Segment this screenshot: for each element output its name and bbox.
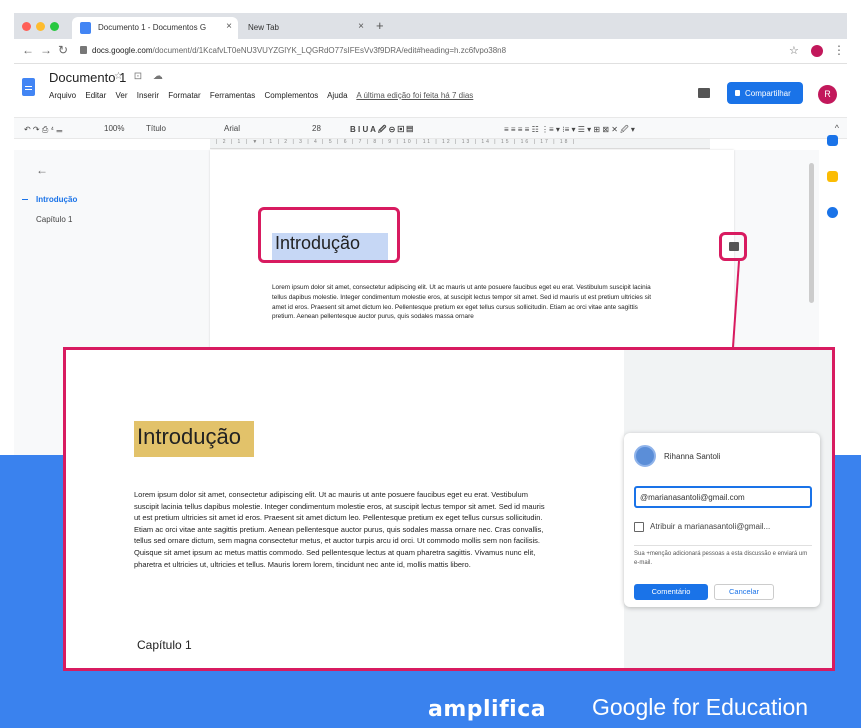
add-comment-icon[interactable] [729,242,739,251]
zoom-chapter-heading[interactable]: Capítulo 1 [137,638,192,652]
keep-icon[interactable] [827,171,838,182]
comment-history-icon[interactable] [698,88,710,98]
tab-documento[interactable]: Documento 1 - Documentos G × [72,17,238,39]
title-icons[interactable]: ☆ ⊡ ☁ [114,71,167,82]
forward-arrow-icon[interactable]: → [40,43,52,57]
assign-label[interactable]: Atribuir a marianasantoli@gmail... [650,522,770,531]
menu-complementos[interactable]: Complementos [265,91,319,100]
style-select[interactable]: Título [146,124,166,133]
heading-callout-box [258,207,400,263]
menu-formatar[interactable]: Formatar [168,91,200,100]
menu-ferramentas[interactable]: Ferramentas [210,91,255,100]
last-edit-link[interactable]: A última edição foi feita há 7 dias [356,91,473,100]
alignment-list-group[interactable]: ≡ ≡ ≡ ≡ ☷ ⋮≡ ▾ ⁝≡ ▾ ☰ ▾ ⊞ ⊠ ✕ 🖉 ▾ [504,124,635,138]
card-divider [634,545,812,546]
comment-submit-button[interactable]: Comentário [634,584,708,600]
bookmark-star-icon[interactable]: ☆ [789,44,799,57]
formatting-toolbar: ↶ ↷ ⎙ ⁴ 𝍡 100% Título Arial 28 B I U A 🖉… [14,117,847,139]
new-tab-button[interactable]: + [376,18,384,33]
profile-icon[interactable] [811,45,823,57]
lock-icon [80,46,87,54]
user-avatar[interactable]: R [818,85,837,104]
undo-redo-print-group[interactable]: ↶ ↷ ⎙ ⁴ 𝍡 [24,124,63,138]
assign-checkbox[interactable] [634,522,644,532]
zoom-select[interactable]: 100% [104,124,124,133]
side-panel-rail [819,123,847,323]
calendar-icon[interactable] [827,135,838,146]
url-path: /document/d/1KcafvLT0eNU3VUYZGlYK_LQGRdO… [152,46,507,55]
reload-icon[interactable]: ↻ [58,43,68,57]
cancel-button[interactable]: Cancelar [714,584,774,600]
address-bar: ← → ↻ docs.google.com/document/d/1KcafvL… [14,39,847,64]
menu-editar[interactable]: Editar [85,91,106,100]
back-arrow-icon[interactable]: ← [22,43,34,57]
page-body-text[interactable]: Lorem ipsum dolor sit amet, consectetur … [272,283,658,322]
font-select[interactable]: Arial [224,124,240,133]
menu-arquivo[interactable]: Arquivo [49,91,76,100]
url-domain: docs.google.com [92,46,153,55]
tab-label: New Tab [248,23,279,32]
minimize-window-dot[interactable] [36,22,45,31]
tab-label: Documento 1 - Documentos G [98,23,207,32]
maximize-window-dot[interactable] [50,22,59,31]
ruler[interactable]: | 2 | 1 | ▼ | 1 | 2 | 3 | 4 | 5 | 6 | 7 … [210,139,710,149]
share-button[interactable]: Compartilhar [727,82,803,104]
menu-ver[interactable]: Ver [116,91,128,100]
mention-note: Sua +menção adicionará pessoas a esta di… [634,551,808,566]
share-label: Compartilhar [745,89,791,98]
comment-card: Rihanna Santoli @marianasantoli@gmail.co… [624,433,820,607]
outline-active-marker [22,199,28,200]
docs-favicon-icon [80,22,91,34]
font-size-select[interactable]: 28 [312,124,321,133]
menu-inserir[interactable]: Inserir [137,91,159,100]
menu-bar: Arquivo Editar Ver Inserir Formatar Ferr… [49,91,480,100]
amplifica-logo: amplifica [428,697,547,722]
close-window-dot[interactable] [22,22,31,31]
google-for-education-logo: Google for Education [592,694,809,720]
tab-close-icon[interactable]: × [358,21,364,32]
url-field[interactable]: docs.google.com/document/d/1KcafvLT0eNU3… [92,46,506,55]
tab-close-icon[interactable]: × [226,21,232,32]
outline-item-capitulo-1[interactable]: Capítulo 1 [36,215,72,224]
zoom-heading[interactable]: Introdução [137,424,241,450]
outline-item-introducao[interactable]: Introdução [36,195,77,204]
tasks-icon[interactable] [827,207,838,218]
comment-input[interactable]: @marianasantoli@gmail.com [634,486,812,508]
outline-back-icon[interactable]: ← [36,163,48,177]
menu-ajuda[interactable]: Ajuda [327,91,347,100]
text-format-group[interactable]: B I U A 🖉 ⊝ ▣ ▤ [350,124,413,138]
commenter-avatar [634,445,656,467]
share-lock-icon [735,90,740,96]
docs-header: Documento 1 ☆ ⊡ ☁ Arquivo Editar Ver Ins… [14,64,847,116]
commenter-name: Rihanna Santoli [664,452,721,461]
docs-logo-icon[interactable] [22,78,35,96]
tab-bar: Documento 1 - Documentos G × New Tab × + [14,13,847,39]
scrollbar[interactable] [809,163,814,303]
zoom-inset: Introdução Lorem ipsum dolor sit amet, c… [63,347,835,671]
zoom-body-text[interactable]: Lorem ipsum dolor sit amet, consectetur … [134,489,550,570]
kebab-menu-icon[interactable]: ⋮ [833,43,845,57]
tab-new-tab[interactable]: New Tab × [238,17,370,39]
